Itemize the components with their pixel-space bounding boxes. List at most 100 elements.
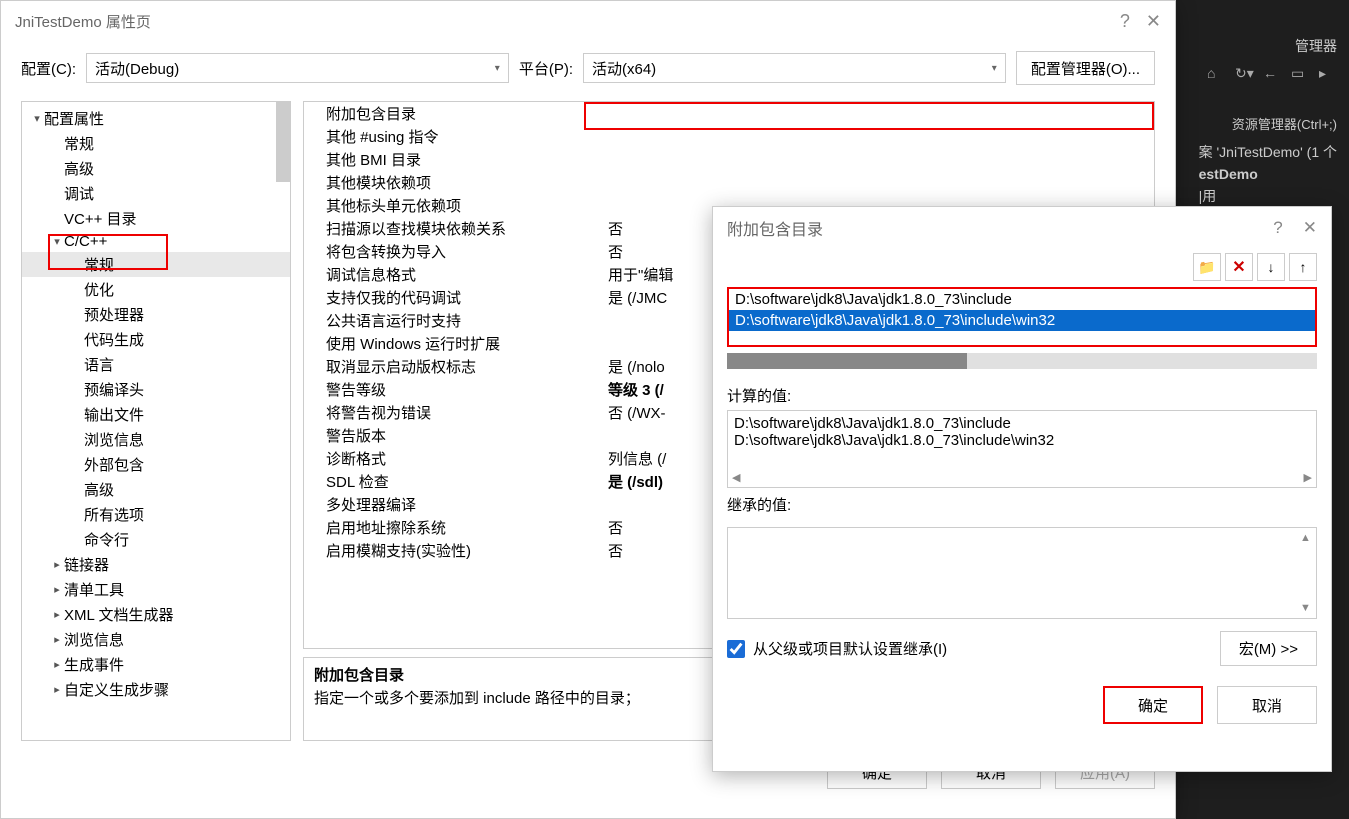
tree-arrow-icon[interactable]: ▾ [50,235,64,248]
more-icon[interactable]: ▸ [1319,65,1339,85]
tree-label: 预编译头 [84,379,144,400]
delete-icon[interactable]: ✕ [1225,253,1253,281]
help-icon[interactable]: ? [1120,11,1130,32]
sub-titlebar: 附加包含目录 ? ✕ [713,207,1331,249]
tree-item-14[interactable]: 外部包含 [22,452,290,477]
inherit-checkbox[interactable]: 从父级或项目默认设置继承(I) [727,638,947,659]
tree-item-5[interactable]: ▾C/C++ [22,231,290,252]
prop-name: 调试信息格式 [304,264,604,285]
prop-row-1[interactable]: 其他 #using 指令 [304,125,1154,148]
tree-arrow-icon[interactable]: ▾ [30,112,44,125]
tree-item-18[interactable]: ▸链接器 [22,552,290,577]
horizontal-scrollbar[interactable] [727,353,1317,369]
tree-item-7[interactable]: 优化 [22,277,290,302]
prop-row-0[interactable]: 附加包含目录 [304,102,1154,125]
prop-name: 多处理器编译 [304,494,604,515]
move-up-icon[interactable]: ↑ [1289,253,1317,281]
tree-item-8[interactable]: 预处理器 [22,302,290,327]
tree-item-15[interactable]: 高级 [22,477,290,502]
prop-value[interactable] [604,149,1154,170]
prop-name: 其他标头单元依赖项 [304,195,604,216]
tree-label: 所有选项 [84,504,144,525]
tree-arrow-icon[interactable]: ▸ [50,558,64,571]
tree-item-10[interactable]: 语言 [22,352,290,377]
tree-item-17[interactable]: 命令行 [22,527,290,552]
scroll-down-icon[interactable]: ▼ [1300,602,1314,614]
inherited-label: 继承的值: [713,488,1331,519]
tree-item-3[interactable]: 调试 [22,181,290,206]
sub-ok-button[interactable]: 确定 [1103,686,1203,724]
tree-item-16[interactable]: 所有选项 [22,502,290,527]
window-icon[interactable]: ▭ [1291,65,1311,85]
new-folder-icon[interactable]: 📁 [1193,253,1221,281]
scroll-right-icon[interactable]: ▶ [1304,471,1312,485]
prop-value[interactable] [604,172,1154,193]
tree-item-20[interactable]: ▸XML 文档生成器 [22,602,290,627]
scrollbar-thumb[interactable] [727,353,967,369]
tree-item-6[interactable]: 常规 [22,252,290,277]
close-icon[interactable]: ✕ [1303,218,1317,238]
tree-label: 配置属性 [44,108,104,129]
solution-line-2[interactable]: estDemo [1187,164,1349,184]
main-titlebar: JniTestDemo 属性页 ? ✕ [1,1,1175,41]
scroll-up-icon[interactable]: ▲ [1300,532,1314,544]
tree-item-1[interactable]: 常规 [22,131,290,156]
tree-item-22[interactable]: ▸生成事件 [22,652,290,677]
path-item-2[interactable]: D:\software\jdk8\Java\jdk1.8.0_73\includ… [729,310,1315,331]
prop-name: SDL 检查 [304,471,604,492]
tree-panel[interactable]: ▾配置属性常规高级调试VC++ 目录▾C/C++常规优化预处理器代码生成语言预编… [21,101,291,741]
prop-value[interactable] [604,103,1154,124]
scrollbar[interactable] [276,102,290,182]
solution-line-3[interactable]: |用 [1187,184,1349,208]
path-list[interactable]: D:\software\jdk8\Java\jdk1.8.0_73\includ… [727,287,1317,347]
inherit-checkbox-input[interactable] [727,640,745,658]
config-select[interactable]: 活动(Debug)▾ [86,53,509,83]
tree-item-9[interactable]: 代码生成 [22,327,290,352]
vs-toolbar: ⌂ ↻▾ ← ▭ ▸ [1197,60,1349,90]
home-icon[interactable]: ⌂ [1207,65,1227,85]
move-down-icon[interactable]: ↓ [1257,253,1285,281]
tree-label: 优化 [84,279,114,300]
prop-name: 取消显示启动版权标志 [304,356,604,377]
tree-item-19[interactable]: ▸清单工具 [22,577,290,602]
tree-arrow-icon[interactable]: ▸ [50,658,64,671]
tree-arrow-icon[interactable]: ▸ [50,608,64,621]
tree-label: 常规 [64,133,94,154]
tree-item-21[interactable]: ▸浏览信息 [22,627,290,652]
tree-label: 代码生成 [84,329,144,350]
tree-arrow-icon[interactable]: ▸ [50,683,64,696]
tree-arrow-icon[interactable]: ▸ [50,633,64,646]
tree-label: 生成事件 [64,654,124,675]
tree-label: 外部包含 [84,454,144,475]
help-icon[interactable]: ? [1273,218,1282,238]
tree-arrow-icon[interactable]: ▸ [50,583,64,596]
tree-item-11[interactable]: 预编译头 [22,377,290,402]
path-item-1[interactable]: D:\software\jdk8\Java\jdk1.8.0_73\includ… [729,289,1315,310]
prop-name: 其他 BMI 目录 [304,149,604,170]
macros-button[interactable]: 宏(M) >> [1220,631,1317,666]
refresh-icon[interactable]: ↻▾ [1235,65,1255,85]
tree-item-2[interactable]: 高级 [22,156,290,181]
tree-item-23[interactable]: ▸自定义生成步骤 [22,677,290,702]
tree-item-4[interactable]: VC++ 目录 [22,206,290,231]
platform-select[interactable]: 活动(x64)▾ [583,53,1006,83]
tree-item-0[interactable]: ▾配置属性 [22,106,290,131]
solution-tree[interactable]: 案 'JniTestDemo' (1 个 estDemo |用 [1187,140,1349,208]
tree-label: 自定义生成步骤 [64,679,169,700]
vs-tab-manager[interactable]: 管理器 [1283,30,1349,62]
scroll-left-icon[interactable]: ◀ [732,471,740,485]
prop-name: 将警告视为错误 [304,402,604,423]
prop-value[interactable] [604,126,1154,147]
tree-label: 命令行 [84,529,129,550]
prop-row-3[interactable]: 其他模块依赖项 [304,171,1154,194]
close-icon[interactable]: ✕ [1146,11,1161,32]
solution-line-1[interactable]: 案 'JniTestDemo' (1 个 [1187,140,1349,164]
back-icon[interactable]: ← [1263,65,1283,85]
prop-name: 警告版本 [304,425,604,446]
tree-item-12[interactable]: 输出文件 [22,402,290,427]
prop-row-2[interactable]: 其他 BMI 目录 [304,148,1154,171]
tree-label: 高级 [84,479,114,500]
config-manager-button[interactable]: 配置管理器(O)... [1016,51,1155,85]
sub-cancel-button[interactable]: 取消 [1217,686,1317,724]
tree-item-13[interactable]: 浏览信息 [22,427,290,452]
